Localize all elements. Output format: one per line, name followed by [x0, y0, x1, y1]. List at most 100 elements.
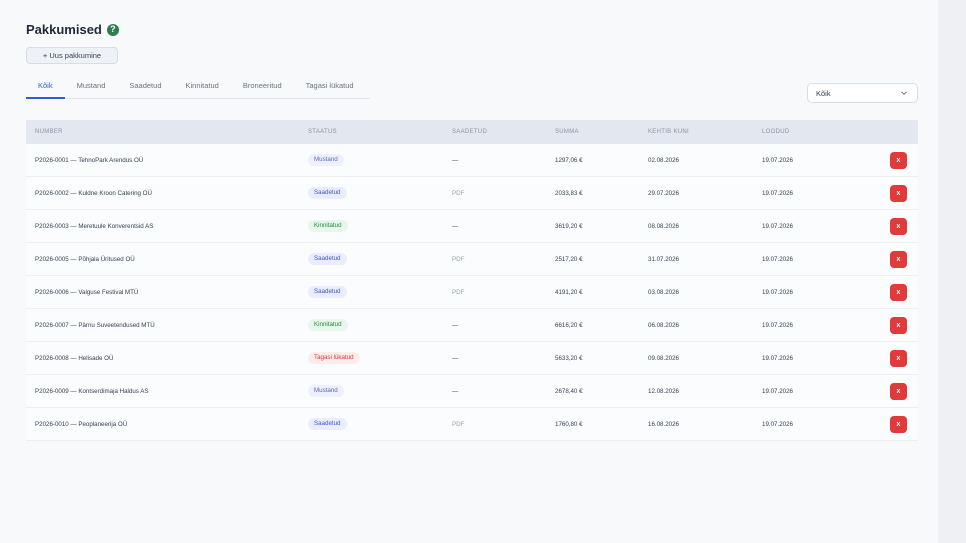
valid-until: 03.08.2026 [648, 288, 679, 296]
delete-cell: x [890, 250, 907, 268]
table-row[interactable]: P2026-0006 — Valguse Festival MTÜ Saadetu… [26, 276, 918, 309]
offer-number[interactable]: P2026-0003 — Meretuule Konverentsid AS [35, 223, 153, 230]
offers-table: NUMBER STAATUS SAADETUD SUMMA KEHTIB KUNI LOO… [26, 120, 918, 441]
delete-button[interactable]: x [890, 316, 907, 334]
valid-until: 06.08.2026 [648, 321, 679, 329]
tab-5[interactable]: Broneeritud [231, 77, 294, 98]
sent-value: — [452, 321, 459, 329]
table-row[interactable]: P2026-0005 — Põhjala Üritused OÜ Saadetud… [26, 243, 918, 276]
offer-sum: 4191,20 € [555, 288, 583, 296]
table-row[interactable]: P2026-0007 — Pärnu Suveetendused MTÜ Kinn… [26, 309, 918, 342]
page-header: Pakkumised ? [26, 22, 119, 37]
status-cell: Saadetud [308, 253, 347, 265]
valid-until: 12.08.2026 [648, 387, 679, 395]
offer-number[interactable]: P2026-0001 — TehnoPark Arendus OÜ [35, 157, 143, 164]
status-cell: Saadetud [308, 418, 347, 430]
status-cell: Mustand [308, 154, 344, 166]
page-title: Pakkumised [26, 22, 102, 37]
status-cell: Saadetud [308, 187, 347, 199]
delete-button[interactable]: x [890, 349, 907, 367]
valid-until: 16.08.2026 [648, 420, 679, 428]
created-date: 19.07.2026 [762, 288, 793, 296]
created-date: 19.07.2026 [762, 255, 793, 263]
status-cell: Kinnitatud [308, 220, 348, 232]
created-date: 19.07.2026 [762, 420, 793, 428]
tab-3[interactable]: Saadetud [117, 77, 173, 98]
sent-value: — [452, 222, 459, 230]
tab-4[interactable]: Kinnitatud [174, 77, 231, 98]
offer-sum: 2033,83 € [555, 189, 583, 197]
column-header: NUMBER [35, 129, 63, 135]
status-cell: Mustand [308, 385, 344, 397]
column-header: STAATUS [308, 129, 337, 135]
offer-sum: 6616,20 € [555, 321, 583, 329]
delete-button[interactable]: x [890, 217, 907, 235]
delete-cell: x [890, 415, 907, 433]
new-offer-button[interactable]: + Uus pakkumine [26, 47, 118, 64]
delete-button[interactable]: x [890, 250, 907, 268]
delete-cell: x [890, 217, 907, 235]
status-cell: Kinnitatud [308, 319, 348, 331]
page: Pakkumised ? + Uus pakkumine Kõik Mustand… [0, 0, 966, 543]
offer-number[interactable]: P2026-0005 — Põhjala Üritused OÜ [35, 256, 135, 263]
status-badge: Mustand [308, 385, 344, 397]
status-badge: Tagasi lükatud [308, 352, 360, 364]
created-date: 19.07.2026 [762, 222, 793, 230]
column-header: SUMMA [555, 129, 579, 135]
status-cell: Tagasi lükatud [308, 352, 360, 364]
column-header: KEHTIB KUNI [648, 129, 689, 135]
main-content: Pakkumised ? + Uus pakkumine Kõik Mustand… [0, 0, 938, 543]
help-circle-icon[interactable]: ? [106, 23, 119, 36]
table-row[interactable]: P2026-0010 — Peoplaneerija OÜ Saadetud PDF… [26, 408, 918, 441]
status-tabs: Kõik Mustand Saadetud Kinnitatud Broneeritud… [26, 77, 370, 99]
offer-number[interactable]: P2026-0002 — Kuldne Kroon Catering OÜ [35, 190, 152, 197]
delete-cell: x [890, 382, 907, 400]
offer-number[interactable]: P2026-0009 — Kontserdimaja Haldus AS [35, 388, 149, 395]
delete-button[interactable]: x [890, 184, 907, 202]
right-panel [938, 0, 966, 543]
delete-button[interactable]: x [890, 415, 907, 433]
delete-cell: x [890, 349, 907, 367]
status-cell: Saadetud [308, 286, 347, 298]
offer-number[interactable]: P2026-0007 — Pärnu Suveetendused MTÜ [35, 322, 155, 329]
tab-1[interactable]: Kõik [26, 77, 65, 99]
delete-button[interactable]: x [890, 382, 907, 400]
created-date: 19.07.2026 [762, 156, 793, 164]
delete-cell: x [890, 283, 907, 301]
status-badge: Kinnitatud [308, 220, 348, 232]
table-row[interactable]: P2026-0008 — Helisade OÜ Tagasi lükatud — 5… [26, 342, 918, 375]
created-date: 19.07.2026 [762, 354, 793, 362]
offer-number[interactable]: P2026-0006 — Valguse Festival MTÜ [35, 289, 138, 296]
valid-until: 09.08.2026 [648, 354, 679, 362]
delete-cell: x [890, 184, 907, 202]
offer-number[interactable]: P2026-0008 — Helisade OÜ [35, 355, 113, 362]
sent-value: — [452, 387, 459, 395]
valid-until: 08.08.2026 [648, 222, 679, 230]
table-body: P2026-0001 — TehnoPark Arendus OÜ Mustand… [26, 144, 918, 441]
table-header: NUMBER STAATUS SAADETUD SUMMA KEHTIB KUNI LOO… [26, 120, 918, 144]
delete-cell: x [890, 151, 907, 169]
pdf-link[interactable]: PDF [452, 289, 464, 296]
pdf-link[interactable]: PDF [452, 256, 464, 263]
table-row[interactable]: P2026-0002 — Kuldne Kroon Catering OÜ Saa… [26, 177, 918, 210]
sent-value: — [452, 156, 459, 164]
status-badge: Saadetud [308, 418, 347, 430]
created-date: 19.07.2026 [762, 189, 793, 197]
offer-sum: 1297,06 € [555, 156, 583, 164]
offer-number[interactable]: P2026-0010 — Peoplaneerija OÜ [35, 421, 127, 428]
table-row[interactable]: P2026-0009 — Kontserdimaja Haldus AS Must… [26, 375, 918, 408]
tab-2[interactable]: Mustand [65, 77, 118, 98]
pdf-link[interactable]: PDF [452, 190, 464, 197]
status-filter-select[interactable]: Kõik [807, 83, 918, 103]
tab-6[interactable]: Tagasi lükatud [294, 77, 366, 98]
created-date: 19.07.2026 [762, 387, 793, 395]
valid-until: 02.08.2026 [648, 156, 679, 164]
table-row[interactable]: P2026-0001 — TehnoPark Arendus OÜ Mustand… [26, 144, 918, 177]
pdf-link[interactable]: PDF [452, 421, 464, 428]
delete-button[interactable]: x [890, 151, 907, 169]
status-badge: Kinnitatud [308, 319, 348, 331]
status-badge: Mustand [308, 154, 344, 166]
table-row[interactable]: P2026-0003 — Meretuule Konverentsid AS Ki… [26, 210, 918, 243]
column-header: SAADETUD [452, 129, 488, 135]
delete-button[interactable]: x [890, 283, 907, 301]
